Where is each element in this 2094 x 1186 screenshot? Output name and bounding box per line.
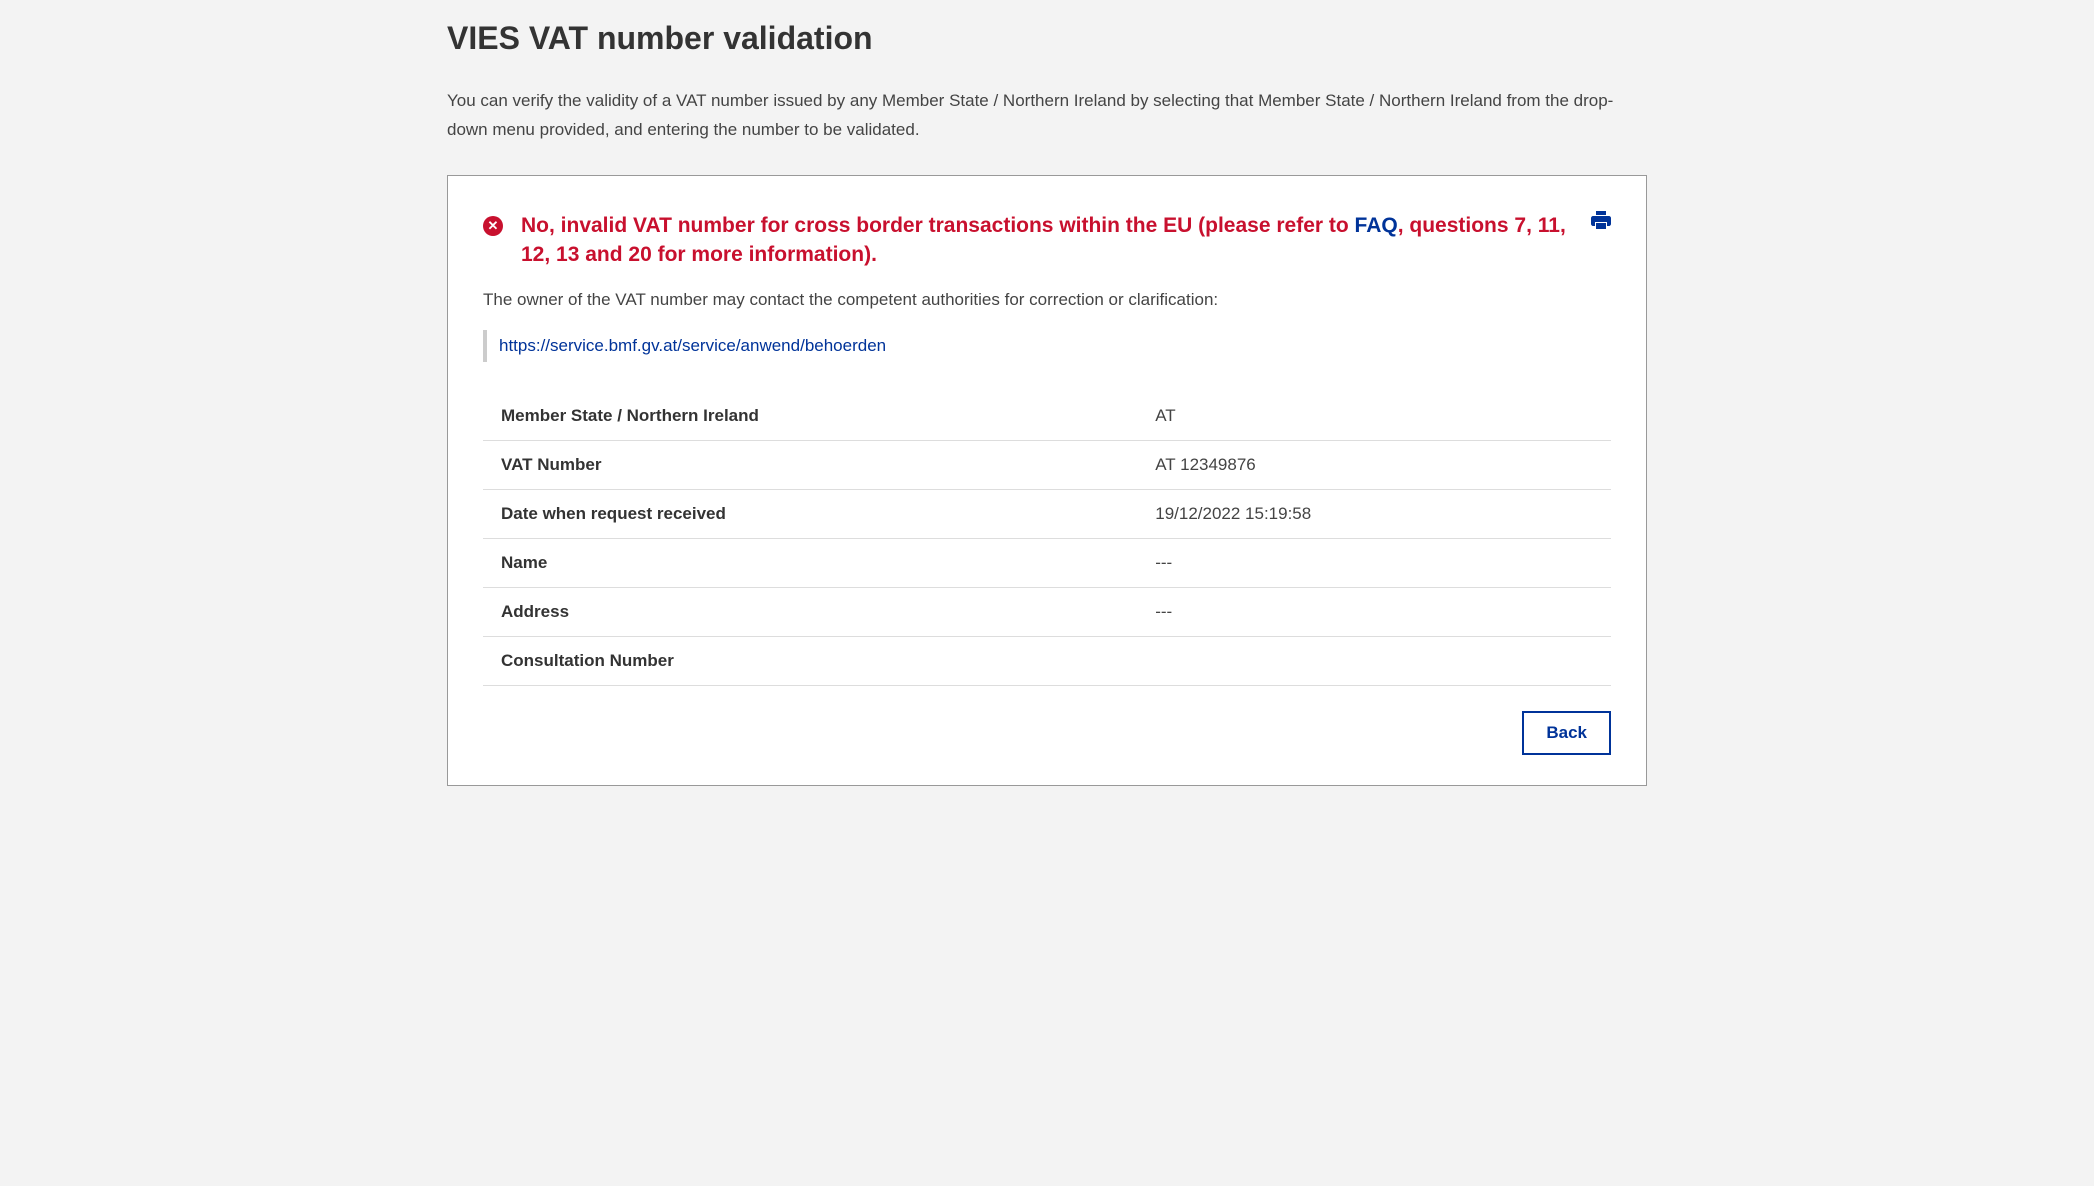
row-value: ---	[1137, 587, 1611, 636]
row-value	[1137, 636, 1611, 685]
error-text-prefix: No, invalid VAT number for cross border …	[521, 214, 1355, 237]
faq-link[interactable]: FAQ	[1355, 214, 1398, 237]
authority-link[interactable]: https://service.bmf.gv.at/service/anwend…	[499, 336, 886, 355]
result-panel: ✕ No, invalid VAT number for cross borde…	[447, 175, 1647, 786]
table-row: VAT Number AT 12349876	[483, 440, 1611, 489]
row-value: AT 12349876	[1137, 440, 1611, 489]
table-row: Address ---	[483, 587, 1611, 636]
row-value: ---	[1137, 538, 1611, 587]
owner-note: The owner of the VAT number may contact …	[483, 290, 1611, 310]
row-label: VAT Number	[483, 440, 1137, 489]
table-row: Name ---	[483, 538, 1611, 587]
button-row: Back	[483, 711, 1611, 755]
table-row: Date when request received 19/12/2022 15…	[483, 489, 1611, 538]
details-table: Member State / Northern Ireland AT VAT N…	[483, 392, 1611, 686]
error-message: No, invalid VAT number for cross border …	[521, 211, 1571, 270]
error-icon: ✕	[483, 216, 503, 236]
back-button[interactable]: Back	[1522, 711, 1611, 755]
page-title: VIES VAT number validation	[447, 20, 1647, 57]
row-label: Member State / Northern Ireland	[483, 392, 1137, 441]
error-header: ✕ No, invalid VAT number for cross borde…	[483, 211, 1611, 270]
table-row: Consultation Number	[483, 636, 1611, 685]
table-row: Member State / Northern Ireland AT	[483, 392, 1611, 441]
row-label: Consultation Number	[483, 636, 1137, 685]
authority-link-block: https://service.bmf.gv.at/service/anwend…	[483, 330, 1611, 362]
row-label: Name	[483, 538, 1137, 587]
print-icon[interactable]	[1591, 211, 1611, 234]
row-label: Address	[483, 587, 1137, 636]
row-value: 19/12/2022 15:19:58	[1137, 489, 1611, 538]
intro-text: You can verify the validity of a VAT num…	[447, 87, 1647, 145]
row-label: Date when request received	[483, 489, 1137, 538]
row-value: AT	[1137, 392, 1611, 441]
